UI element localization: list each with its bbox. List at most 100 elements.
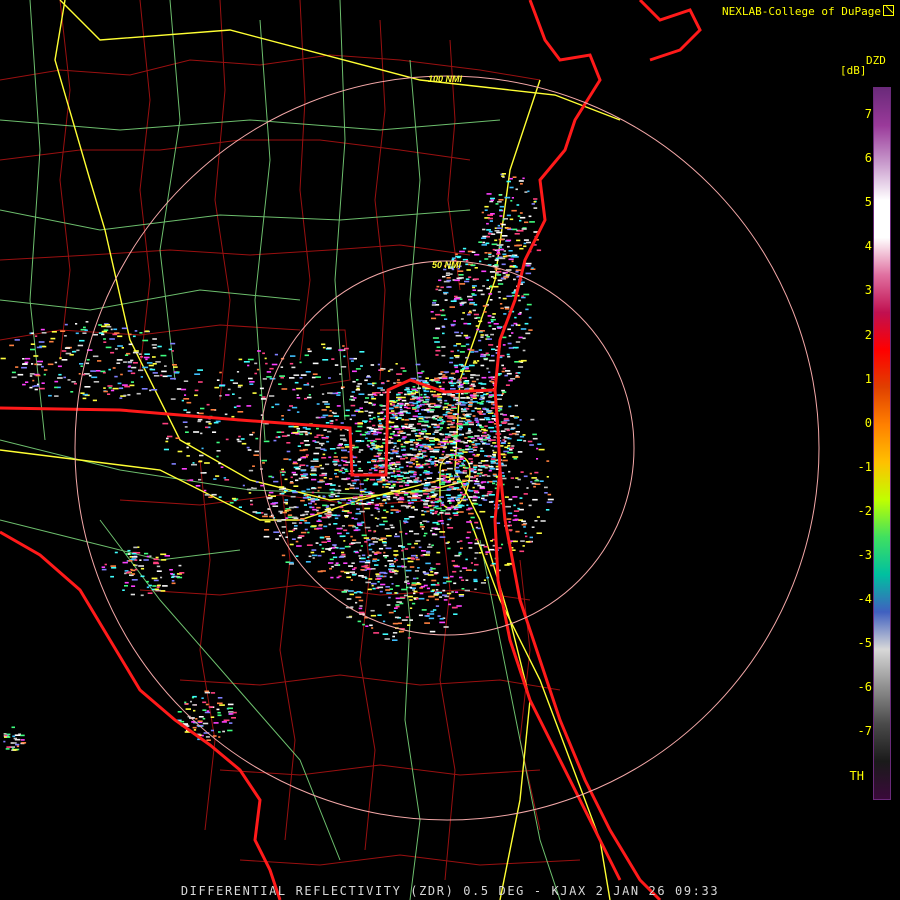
- radar-return: [140, 376, 143, 378]
- radar-return: [328, 523, 331, 526]
- radar-return: [491, 320, 494, 323]
- radar-return: [397, 392, 403, 394]
- radar-return: [335, 475, 339, 478]
- radar-return: [302, 513, 306, 516]
- radar-return: [379, 523, 385, 526]
- radar-return: [517, 215, 521, 217]
- radar-return: [177, 450, 183, 453]
- radar-return: [427, 483, 431, 486]
- radar-return: [151, 344, 157, 346]
- radar-return: [342, 439, 347, 442]
- radar-return: [392, 635, 395, 638]
- radar-return: [470, 376, 474, 379]
- radar-return: [544, 492, 548, 494]
- radar-return: [349, 571, 355, 573]
- radar-return: [465, 343, 470, 346]
- radar-return: [364, 507, 371, 510]
- radar-return: [128, 343, 133, 346]
- radar-return: [231, 415, 235, 418]
- radar-return: [252, 431, 255, 434]
- radar-return: [398, 481, 403, 483]
- radar-return: [442, 413, 448, 416]
- radar-return: [369, 418, 373, 420]
- radar-return: [269, 395, 275, 397]
- radar-return: [325, 463, 330, 466]
- radar-return: [537, 443, 542, 445]
- radar-return: [324, 437, 329, 439]
- radar-return: [366, 375, 370, 377]
- radar-return: [486, 576, 489, 579]
- radar-return: [137, 546, 140, 548]
- radar-return: [405, 616, 409, 618]
- radar-return: [405, 457, 408, 459]
- radar-return: [392, 632, 398, 634]
- radar-return: [480, 396, 486, 399]
- radar-return: [467, 480, 473, 482]
- radar-return: [440, 457, 446, 459]
- radar-return: [501, 173, 506, 175]
- radar-return: [456, 343, 462, 345]
- radar-return: [310, 499, 316, 502]
- radar-return: [292, 462, 299, 465]
- radar-return: [149, 555, 152, 557]
- radar-return: [289, 543, 294, 546]
- radar-return: [506, 372, 512, 375]
- radar-return: [400, 471, 403, 474]
- radar-return: [330, 576, 334, 579]
- radar-return: [393, 442, 397, 445]
- radar-return: [508, 433, 513, 436]
- radar-return: [476, 378, 479, 381]
- radar-return: [281, 388, 288, 390]
- radar-return: [426, 510, 430, 513]
- radar-return: [390, 512, 394, 514]
- radar-return: [360, 365, 363, 367]
- radar-return: [399, 596, 406, 599]
- radar-return: [380, 583, 386, 586]
- radar-return: [323, 477, 327, 479]
- radar-return: [294, 525, 298, 527]
- radar-return: [399, 408, 403, 411]
- radar-return: [101, 325, 107, 328]
- radar-return: [204, 494, 210, 496]
- radar-return: [471, 293, 475, 295]
- radar-return: [206, 710, 210, 712]
- radar-return: [521, 295, 524, 297]
- radar-return: [398, 475, 404, 477]
- radar-return: [350, 535, 353, 538]
- radar-return: [143, 356, 150, 359]
- radar-return: [517, 478, 521, 481]
- radar-return: [460, 383, 464, 386]
- radar-return: [467, 436, 474, 438]
- radar-return: [281, 492, 285, 495]
- radar-return: [490, 439, 496, 441]
- radar-return: [492, 255, 495, 257]
- radar-return: [524, 221, 529, 224]
- radar-return: [318, 442, 325, 445]
- radar-return: [124, 572, 127, 575]
- radar-return: [422, 499, 426, 501]
- radar-return: [80, 365, 83, 367]
- radar-return: [311, 487, 317, 490]
- radar-return: [425, 482, 431, 484]
- radar-return: [514, 417, 518, 419]
- radar-return: [146, 586, 150, 589]
- radar-return: [522, 337, 526, 340]
- radar-return: [161, 370, 167, 373]
- radar-return: [90, 370, 96, 372]
- radar-return: [343, 510, 350, 512]
- radar-return: [457, 381, 462, 383]
- radar-return: [388, 570, 392, 572]
- radar-return: [387, 370, 391, 372]
- radar-return: [184, 394, 187, 396]
- radar-return: [443, 626, 449, 628]
- radar-return: [471, 396, 477, 398]
- radar-return: [355, 551, 359, 554]
- radar-return: [491, 316, 495, 318]
- radar-return: [186, 442, 191, 445]
- radar-return: [506, 295, 513, 297]
- radar-return: [454, 297, 460, 300]
- radar-return: [259, 387, 264, 390]
- radar-return: [519, 435, 525, 438]
- radar-return: [473, 464, 478, 467]
- radar-return: [323, 525, 328, 528]
